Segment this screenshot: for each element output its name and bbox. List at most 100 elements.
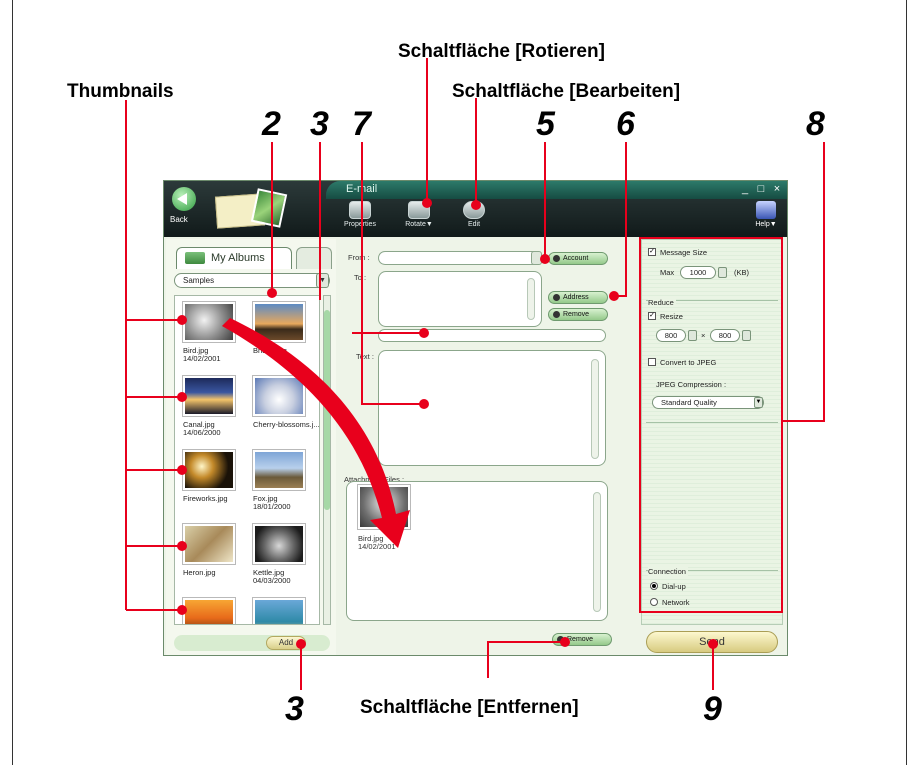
- address-button[interactable]: Address: [548, 291, 608, 304]
- thumbnail-filename: Heron.jpg: [183, 568, 216, 577]
- resize-width-input[interactable]: 800: [656, 329, 686, 342]
- options-pane: ✓ Message Size Max 1000 (KB) Reduce ✓ Re…: [641, 239, 783, 625]
- thumbnail-date: 04/03/2000: [253, 576, 291, 585]
- thumbnail-item[interactable]: [181, 598, 251, 624]
- remove-icon: [557, 636, 564, 643]
- annotation-thumbnails: Thumbnails: [67, 81, 174, 102]
- text-body-field[interactable]: [378, 350, 606, 466]
- thumbnail-image: [253, 302, 305, 342]
- remove-recipient-label: Remove: [563, 311, 590, 318]
- properties-button[interactable]: Properties: [342, 201, 378, 235]
- network-radio[interactable]: [650, 598, 658, 606]
- from-label: From :: [348, 253, 370, 262]
- times-label: ×: [701, 331, 706, 340]
- message-pane: From : Account To : Address Remove Subje…: [340, 239, 628, 655]
- resize-width-spinner[interactable]: [688, 330, 697, 341]
- thumbnail-item[interactable]: Bird.jpg 14/02/2001: [181, 302, 251, 382]
- thumbnail-date: 14/02/2001: [183, 354, 221, 363]
- rotate-icon: [408, 201, 430, 219]
- thumbnail-item[interactable]: Canal.jpg 14/06/2000: [181, 376, 251, 456]
- rotate-button[interactable]: Rotate▼: [401, 201, 437, 235]
- thumbnail-item[interactable]: Fireworks.jpg: [181, 450, 251, 530]
- thumbnail-item[interactable]: Heron.jpg: [181, 524, 251, 604]
- thumbnail-filename: Cherry-blossoms.j...: [253, 420, 320, 429]
- thumbnail-item[interactable]: Cherry-blossoms.j...: [251, 376, 320, 456]
- title-bar: E-mail _ □ ×: [326, 181, 787, 199]
- resize-checkbox[interactable]: ✓: [648, 312, 656, 320]
- subject-field[interactable]: [378, 329, 606, 342]
- dialup-label: Dial-up: [662, 582, 686, 591]
- resize-height-input[interactable]: 800: [710, 329, 740, 342]
- chevron-down-icon[interactable]: ▼: [754, 397, 763, 408]
- remove-attachment-label: Remove: [567, 636, 594, 643]
- thumbnail-caption: Kettle.jpg 04/03/2000: [253, 569, 319, 585]
- album-dropdown[interactable]: Samples ▼: [174, 273, 330, 288]
- tab-my-albums[interactable]: My Albums: [176, 247, 292, 269]
- account-button[interactable]: Account: [548, 252, 608, 265]
- tab-my-albums-label: My Albums: [211, 252, 265, 264]
- thumbnail-image: [183, 598, 235, 624]
- attachment-caption: Bird.jpg 14/02/2001: [358, 535, 396, 551]
- resize-label: Resize: [660, 312, 683, 321]
- attachments-scrollbar[interactable]: [593, 492, 601, 612]
- thumbnail-scrollbar[interactable]: [323, 295, 331, 625]
- annotation-edit-button: Schaltfläche [Bearbeiten]: [452, 81, 681, 102]
- help-button[interactable]: Help▼: [753, 201, 779, 235]
- jpeg-quality-dropdown[interactable]: Standard Quality: [652, 396, 764, 409]
- thumbnail-item[interactable]: Fox.jpg 18/01/2000: [251, 450, 319, 530]
- scrollbar-thumb[interactable]: [324, 310, 330, 510]
- remove-attachment-button[interactable]: Remove: [552, 633, 612, 646]
- max-size-spinner[interactable]: [718, 267, 727, 278]
- text-label: Text :: [356, 352, 374, 361]
- callout-3-bottom: 3: [285, 690, 304, 728]
- help-label: Help▼: [755, 221, 777, 228]
- subject-label: Subject :: [344, 331, 374, 340]
- header-photo-decoration: [250, 188, 288, 228]
- attachment-thumbnail[interactable]: [358, 485, 410, 529]
- maximize-button[interactable]: □: [755, 183, 767, 195]
- edit-icon: [463, 201, 485, 219]
- address-label: Address: [563, 294, 589, 301]
- edit-button[interactable]: Edit: [456, 201, 492, 235]
- callout-2: 2: [262, 105, 281, 143]
- chevron-down-icon[interactable]: [531, 251, 542, 265]
- album-pane: My Albums Samples ▼ Bird.jpg 14/02/2001 B…: [166, 239, 336, 655]
- back-button[interactable]: Back: [170, 187, 198, 231]
- chevron-down-icon[interactable]: ▼: [316, 273, 329, 288]
- callout-3-top: 3: [310, 105, 329, 143]
- to-scrollbar[interactable]: [527, 278, 535, 320]
- jpeg-quality-value: Standard Quality: [661, 398, 717, 407]
- thumbnail-date: 14/06/2000: [183, 428, 221, 437]
- remove-recipient-button[interactable]: Remove: [548, 308, 608, 321]
- thumbnail-filename: Fireworks.jpg: [183, 494, 228, 503]
- message-size-checkbox[interactable]: ✓: [648, 248, 656, 256]
- separator: [646, 422, 778, 423]
- thumbnail-item[interactable]: [251, 598, 319, 624]
- album-dropdown-value: Samples: [183, 276, 215, 285]
- convert-jpeg-checkbox[interactable]: [648, 358, 656, 366]
- close-button[interactable]: ×: [771, 183, 783, 195]
- thumbnail-caption: Bird.jpg 14/02/2001: [183, 347, 253, 363]
- callout-5: 5: [536, 105, 555, 143]
- callout-7: 7: [352, 105, 371, 143]
- minimize-button[interactable]: _: [739, 183, 751, 195]
- to-field[interactable]: [378, 271, 542, 327]
- thumbnail-caption: Cherry-blossoms.j...: [253, 420, 320, 429]
- jpeg-compression-label: JPEG Compression :: [656, 380, 727, 389]
- thumbnail-filename: Bridge.jpg: [253, 346, 287, 355]
- send-button[interactable]: Send: [646, 631, 778, 653]
- add-button[interactable]: Add: [266, 636, 306, 650]
- window-title: E-mail: [346, 183, 378, 195]
- from-field[interactable]: [378, 251, 542, 265]
- thumbnail-item[interactable]: Bridge.jpg: [251, 302, 319, 382]
- dialup-radio[interactable]: [650, 582, 658, 590]
- thumbnail-image: [183, 524, 235, 564]
- resize-height-spinner[interactable]: [742, 330, 751, 341]
- convert-jpeg-label: Convert to JPEG: [660, 358, 717, 367]
- text-scrollbar[interactable]: [591, 359, 599, 459]
- thumbnail-item[interactable]: Kettle.jpg 04/03/2000: [251, 524, 319, 604]
- thumbnail-image: [183, 376, 235, 416]
- tab-other[interactable]: [296, 247, 332, 269]
- help-icon: [756, 201, 776, 219]
- max-size-input[interactable]: 1000: [680, 266, 716, 279]
